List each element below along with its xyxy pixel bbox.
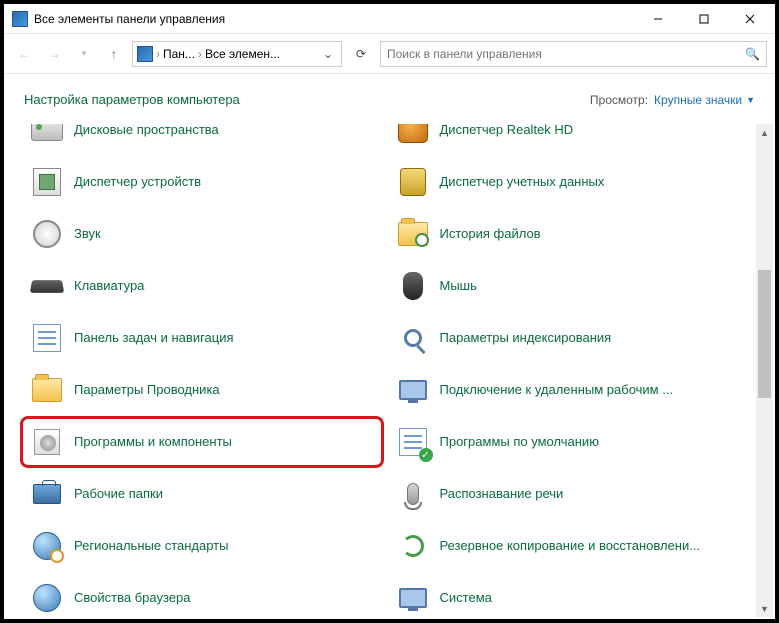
- breadcrumb-icon: [137, 46, 153, 62]
- navbar: ← → ▾ ↑ › Пан... › Все элемен... ⌄ ⟳ 🔍: [4, 34, 775, 74]
- cp-label: Диспетчер Realtek HD: [440, 124, 574, 138]
- cp-item-device-manager[interactable]: Диспетчер устройств: [24, 158, 380, 206]
- cp-label: Резервное копирование и восстановлени...: [440, 538, 701, 554]
- cp-label: Диспетчер учетных данных: [440, 174, 605, 190]
- recent-dropdown[interactable]: ▾: [72, 42, 96, 66]
- cp-item-taskbar-navigation[interactable]: Панель задач и навигация: [24, 314, 380, 362]
- chevron-down-icon: ▼: [746, 95, 755, 105]
- breadcrumb[interactable]: › Пан... › Все элемен... ⌄: [132, 41, 342, 67]
- speaker-icon: [30, 217, 64, 251]
- vault-icon: [396, 165, 430, 199]
- default-programs-icon: ✓: [396, 425, 430, 459]
- work-folders-icon: [30, 477, 64, 511]
- cp-item-file-history[interactable]: История файлов: [390, 210, 746, 258]
- control-panel-icon: [12, 11, 28, 27]
- system-icon: [396, 581, 430, 615]
- page-title: Настройка параметров компьютера: [24, 92, 590, 107]
- back-button[interactable]: ←: [12, 42, 36, 66]
- cp-item-regional-settings[interactable]: Региональные стандарты: [24, 522, 380, 570]
- cp-label: История файлов: [440, 226, 541, 242]
- file-history-icon: [396, 217, 430, 251]
- cp-label: Система: [440, 590, 492, 606]
- minimize-button[interactable]: [635, 4, 681, 34]
- taskbar-icon: [30, 321, 64, 355]
- cp-item-mouse[interactable]: Мышь: [390, 262, 746, 310]
- cp-item-realtek-hd[interactable]: Диспетчер Realtek HD: [390, 124, 746, 154]
- region-icon: [30, 529, 64, 563]
- microphone-icon: [396, 477, 430, 511]
- cp-label: Звук: [74, 226, 101, 242]
- breadcrumb-dropdown[interactable]: ⌄: [319, 47, 337, 61]
- content: Настройка параметров компьютера Просмотр…: [4, 74, 775, 619]
- cp-item-sound[interactable]: Звук: [24, 210, 380, 258]
- chevron-right-icon[interactable]: ›: [197, 47, 203, 61]
- indexing-icon: [396, 321, 430, 355]
- content-header: Настройка параметров компьютера Просмотр…: [4, 74, 775, 115]
- cp-item-work-folders[interactable]: Рабочие папки: [24, 470, 380, 518]
- backup-icon: [396, 529, 430, 563]
- cp-label: Параметры Проводника: [74, 382, 220, 398]
- device-manager-icon: [30, 165, 64, 199]
- disk-icon: [30, 124, 64, 147]
- cp-label: Панель задач и навигация: [74, 330, 234, 346]
- items-area: Дисковые пространства Диспетчер Realtek …: [4, 124, 753, 619]
- breadcrumb-seg-2[interactable]: Все элемен...: [205, 47, 280, 61]
- vertical-scrollbar[interactable]: ▲ ▼: [756, 124, 773, 617]
- scroll-up-button[interactable]: ▲: [756, 124, 773, 141]
- items-grid: Дисковые пространства Диспетчер Realtek …: [24, 124, 745, 619]
- cp-item-explorer-options[interactable]: Параметры Проводника: [24, 366, 380, 414]
- window-title: Все элементы панели управления: [34, 12, 635, 26]
- close-button[interactable]: [727, 4, 773, 34]
- mouse-icon: [396, 269, 430, 303]
- cp-label: Программы и компоненты: [74, 434, 232, 450]
- cp-item-programs-features[interactable]: Программы и компоненты: [24, 418, 380, 466]
- search-input[interactable]: [387, 47, 745, 61]
- cp-label: Клавиатура: [74, 278, 144, 294]
- cp-item-indexing-options[interactable]: Параметры индексирования: [390, 314, 746, 362]
- cp-label: Региональные стандарты: [74, 538, 228, 554]
- scroll-track[interactable]: [756, 141, 773, 600]
- cp-item-keyboard[interactable]: Клавиатура: [24, 262, 380, 310]
- view-label: Просмотр:: [590, 93, 648, 107]
- scroll-down-button[interactable]: ▼: [756, 600, 773, 617]
- cp-item-internet-options[interactable]: Свойства браузера: [24, 574, 380, 619]
- scroll-thumb[interactable]: [758, 270, 771, 399]
- forward-button[interactable]: →: [42, 42, 66, 66]
- cp-item-remote-desktop[interactable]: Подключение к удаленным рабочим ...: [390, 366, 746, 414]
- breadcrumb-seg-1[interactable]: Пан...: [163, 47, 195, 61]
- internet-options-icon: [30, 581, 64, 615]
- view-mode-value: Крупные значки: [654, 93, 742, 107]
- cp-item-backup-restore[interactable]: Резервное копирование и восстановлени...: [390, 522, 746, 570]
- cp-label: Дисковые пространства: [74, 124, 219, 138]
- keyboard-icon: [30, 269, 64, 303]
- cp-item-speech-recognition[interactable]: Распознавание речи: [390, 470, 746, 518]
- cp-label: Параметры индексирования: [440, 330, 612, 346]
- folder-options-icon: [30, 373, 64, 407]
- realtek-icon: [396, 124, 430, 147]
- search-box[interactable]: 🔍: [380, 41, 767, 67]
- cp-label: Программы по умолчанию: [440, 434, 599, 450]
- cp-item-storage-spaces[interactable]: Дисковые пространства: [24, 124, 380, 154]
- cp-item-credential-manager[interactable]: Диспетчер учетных данных: [390, 158, 746, 206]
- refresh-button[interactable]: ⟳: [348, 41, 374, 67]
- cp-label: Свойства браузера: [74, 590, 190, 606]
- cp-item-system[interactable]: Система: [390, 574, 746, 619]
- search-icon[interactable]: 🔍: [745, 47, 760, 61]
- chevron-right-icon[interactable]: ›: [155, 47, 161, 61]
- remote-desktop-icon: [396, 373, 430, 407]
- cp-item-default-programs[interactable]: ✓ Программы по умолчанию: [390, 418, 746, 466]
- cp-label: Подключение к удаленным рабочим ...: [440, 382, 674, 398]
- cp-label: Диспетчер устройств: [74, 174, 201, 190]
- up-button[interactable]: ↑: [102, 42, 126, 66]
- maximize-button[interactable]: [681, 4, 727, 34]
- cp-label: Рабочие папки: [74, 486, 163, 502]
- titlebar: Все элементы панели управления: [4, 4, 775, 34]
- window-controls: [635, 4, 773, 34]
- cp-label: Мышь: [440, 278, 477, 294]
- cp-label: Распознавание речи: [440, 486, 564, 502]
- programs-icon: [30, 425, 64, 459]
- view-mode-dropdown[interactable]: Крупные значки ▼: [654, 93, 755, 107]
